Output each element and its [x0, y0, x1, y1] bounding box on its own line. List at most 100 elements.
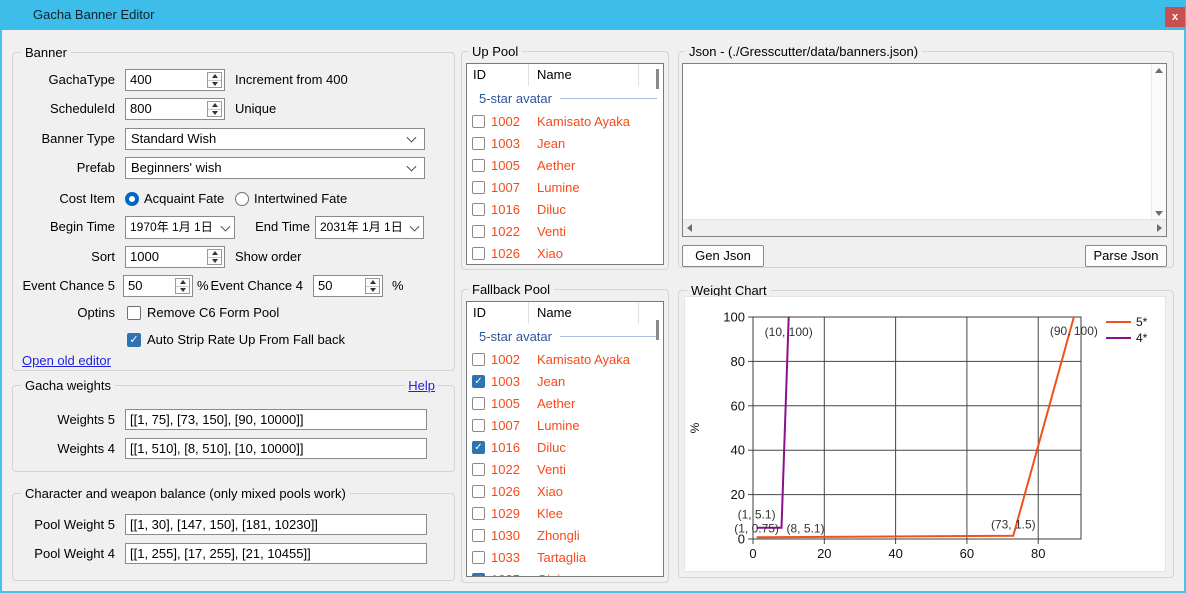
list-item[interactable]: ✓1035Qiqi	[467, 568, 663, 577]
sort-input[interactable]: 1000	[125, 246, 225, 268]
row-checkbox[interactable]	[472, 247, 485, 260]
event-chance-5-input[interactable]: 50	[123, 275, 193, 297]
row-checkbox[interactable]	[472, 485, 485, 498]
weights-4-label: Weights 4	[12, 438, 115, 460]
list-item[interactable]: 1030Zhongli	[467, 524, 663, 546]
list-item[interactable]: 1007Lumine	[467, 414, 663, 436]
begin-time-picker[interactable]: 1970年 1月 1日	[125, 216, 235, 239]
up-pool-scrollbar-thumb[interactable]	[656, 69, 659, 89]
scroll-down-icon[interactable]	[1155, 211, 1163, 216]
sort-label: Sort	[12, 246, 115, 268]
fallback-pool-scrollbar-thumb[interactable]	[656, 320, 659, 340]
fallback-pool-header-name[interactable]: Name	[529, 302, 639, 324]
remove-c6-checkbox[interactable]	[127, 306, 141, 320]
row-checkbox-checked[interactable]: ✓	[472, 441, 485, 454]
open-old-editor-link[interactable]: Open old editor	[22, 353, 111, 368]
up-pool-list[interactable]: ID Name 5-star avatar 1002Kamisato Ayaka…	[466, 63, 664, 265]
gachatype-spinner[interactable]	[207, 72, 222, 88]
scroll-left-icon[interactable]	[687, 224, 692, 232]
auto-strip-checkbox[interactable]: ✓	[127, 333, 141, 347]
row-checkbox-checked[interactable]: ✓	[472, 375, 485, 388]
row-checkbox-checked[interactable]: ✓	[472, 573, 485, 578]
event-chance-4-spinner[interactable]	[365, 278, 380, 294]
row-checkbox[interactable]	[472, 463, 485, 476]
list-item[interactable]: 1016Diluc	[467, 198, 663, 220]
json-editor[interactable]	[682, 63, 1167, 237]
titlebar[interactable]: Gacha Banner Editor x	[0, 0, 1186, 30]
up-pool-header-id[interactable]: ID	[467, 64, 529, 86]
pool-weight-4-input[interactable]	[125, 543, 427, 564]
acquaint-fate-radio[interactable]	[125, 192, 139, 206]
list-item[interactable]: 1007Lumine	[467, 176, 663, 198]
row-checkbox[interactable]	[472, 203, 485, 216]
scheduleid-spinner[interactable]	[207, 101, 222, 117]
event-chance-5-spinner[interactable]	[175, 278, 190, 294]
scroll-right-icon[interactable]	[1157, 224, 1162, 232]
sort-spinner[interactable]	[207, 249, 222, 265]
close-button[interactable]: x	[1165, 7, 1185, 27]
spin-down-icon[interactable]	[208, 258, 221, 265]
cost-item-label: Cost Item	[12, 188, 115, 210]
row-name: Klee	[537, 506, 563, 521]
row-checkbox[interactable]	[472, 115, 485, 128]
end-time-picker[interactable]: 2031年 1月 1日	[315, 216, 424, 239]
spin-up-icon[interactable]	[208, 102, 221, 110]
row-checkbox[interactable]	[472, 137, 485, 150]
intertwined-fate-radio[interactable]	[235, 192, 249, 206]
list-item[interactable]: 1026Xiao	[467, 480, 663, 502]
list-item[interactable]: 1002Kamisato Ayaka	[467, 110, 663, 132]
json-textarea[interactable]	[683, 64, 1152, 220]
row-checkbox[interactable]	[472, 225, 485, 238]
list-item[interactable]: 1005Aether	[467, 392, 663, 414]
spin-up-icon[interactable]	[208, 73, 221, 81]
row-id: 1030	[491, 528, 531, 543]
row-checkbox[interactable]	[472, 529, 485, 542]
spin-up-icon[interactable]	[176, 279, 189, 287]
list-item[interactable]: ✓1016Diluc	[467, 436, 663, 458]
list-item[interactable]: 1002Kamisato Ayaka	[467, 348, 663, 370]
up-pool-header-name[interactable]: Name	[529, 64, 639, 86]
row-checkbox[interactable]	[472, 419, 485, 432]
list-item[interactable]: 1005Aether	[467, 154, 663, 176]
pool-weight-5-input[interactable]	[125, 514, 427, 535]
list-item[interactable]: 1003Jean	[467, 132, 663, 154]
row-checkbox[interactable]	[472, 551, 485, 564]
list-item[interactable]: 1029Klee	[467, 502, 663, 524]
parse-json-button[interactable]: Parse Json	[1085, 245, 1167, 267]
row-checkbox[interactable]	[472, 159, 485, 172]
gen-json-button[interactable]: Gen Json	[682, 245, 764, 267]
row-checkbox[interactable]	[472, 397, 485, 410]
svg-text:(1, 5.1): (1, 5.1)	[738, 508, 776, 522]
weights-5-input[interactable]	[125, 409, 427, 430]
spin-down-icon[interactable]	[208, 110, 221, 117]
fallback-pool-group-header[interactable]: 5-star avatar	[467, 324, 663, 348]
prefab-select[interactable]: Beginners' wish	[125, 157, 425, 179]
spin-down-icon[interactable]	[366, 287, 379, 294]
json-horizontal-scrollbar[interactable]	[683, 219, 1166, 236]
fallback-pool-list[interactable]: ID Name 5-star avatar 1002Kamisato Ayaka…	[466, 301, 664, 577]
list-item[interactable]: 1022Venti	[467, 220, 663, 242]
spin-down-icon[interactable]	[208, 81, 221, 88]
banner-type-select[interactable]: Standard Wish	[125, 128, 425, 150]
up-pool-group-header[interactable]: 5-star avatar	[467, 86, 663, 110]
scroll-up-icon[interactable]	[1155, 68, 1163, 73]
scheduleid-input[interactable]: 800	[125, 98, 225, 120]
fallback-pool-header-id[interactable]: ID	[467, 302, 529, 324]
json-vertical-scrollbar[interactable]	[1151, 64, 1166, 220]
list-item[interactable]: 1026Xiao	[467, 242, 663, 264]
gachatype-input[interactable]: 400	[125, 69, 225, 91]
weights-4-input[interactable]	[125, 438, 427, 459]
event-chance-4-input[interactable]: 50	[313, 275, 383, 297]
row-checkbox[interactable]	[472, 353, 485, 366]
list-item[interactable]: 1033Tartaglia	[467, 546, 663, 568]
list-item[interactable]: ✓1003Jean	[467, 370, 663, 392]
help-link[interactable]: Help	[405, 377, 438, 394]
row-checkbox[interactable]	[472, 507, 485, 520]
spin-up-icon[interactable]	[208, 250, 221, 258]
row-id: 1016	[491, 202, 531, 217]
list-item[interactable]: 1022Venti	[467, 458, 663, 480]
spin-down-icon[interactable]	[176, 287, 189, 294]
group-header-line	[560, 98, 657, 99]
spin-up-icon[interactable]	[366, 279, 379, 287]
row-checkbox[interactable]	[472, 181, 485, 194]
